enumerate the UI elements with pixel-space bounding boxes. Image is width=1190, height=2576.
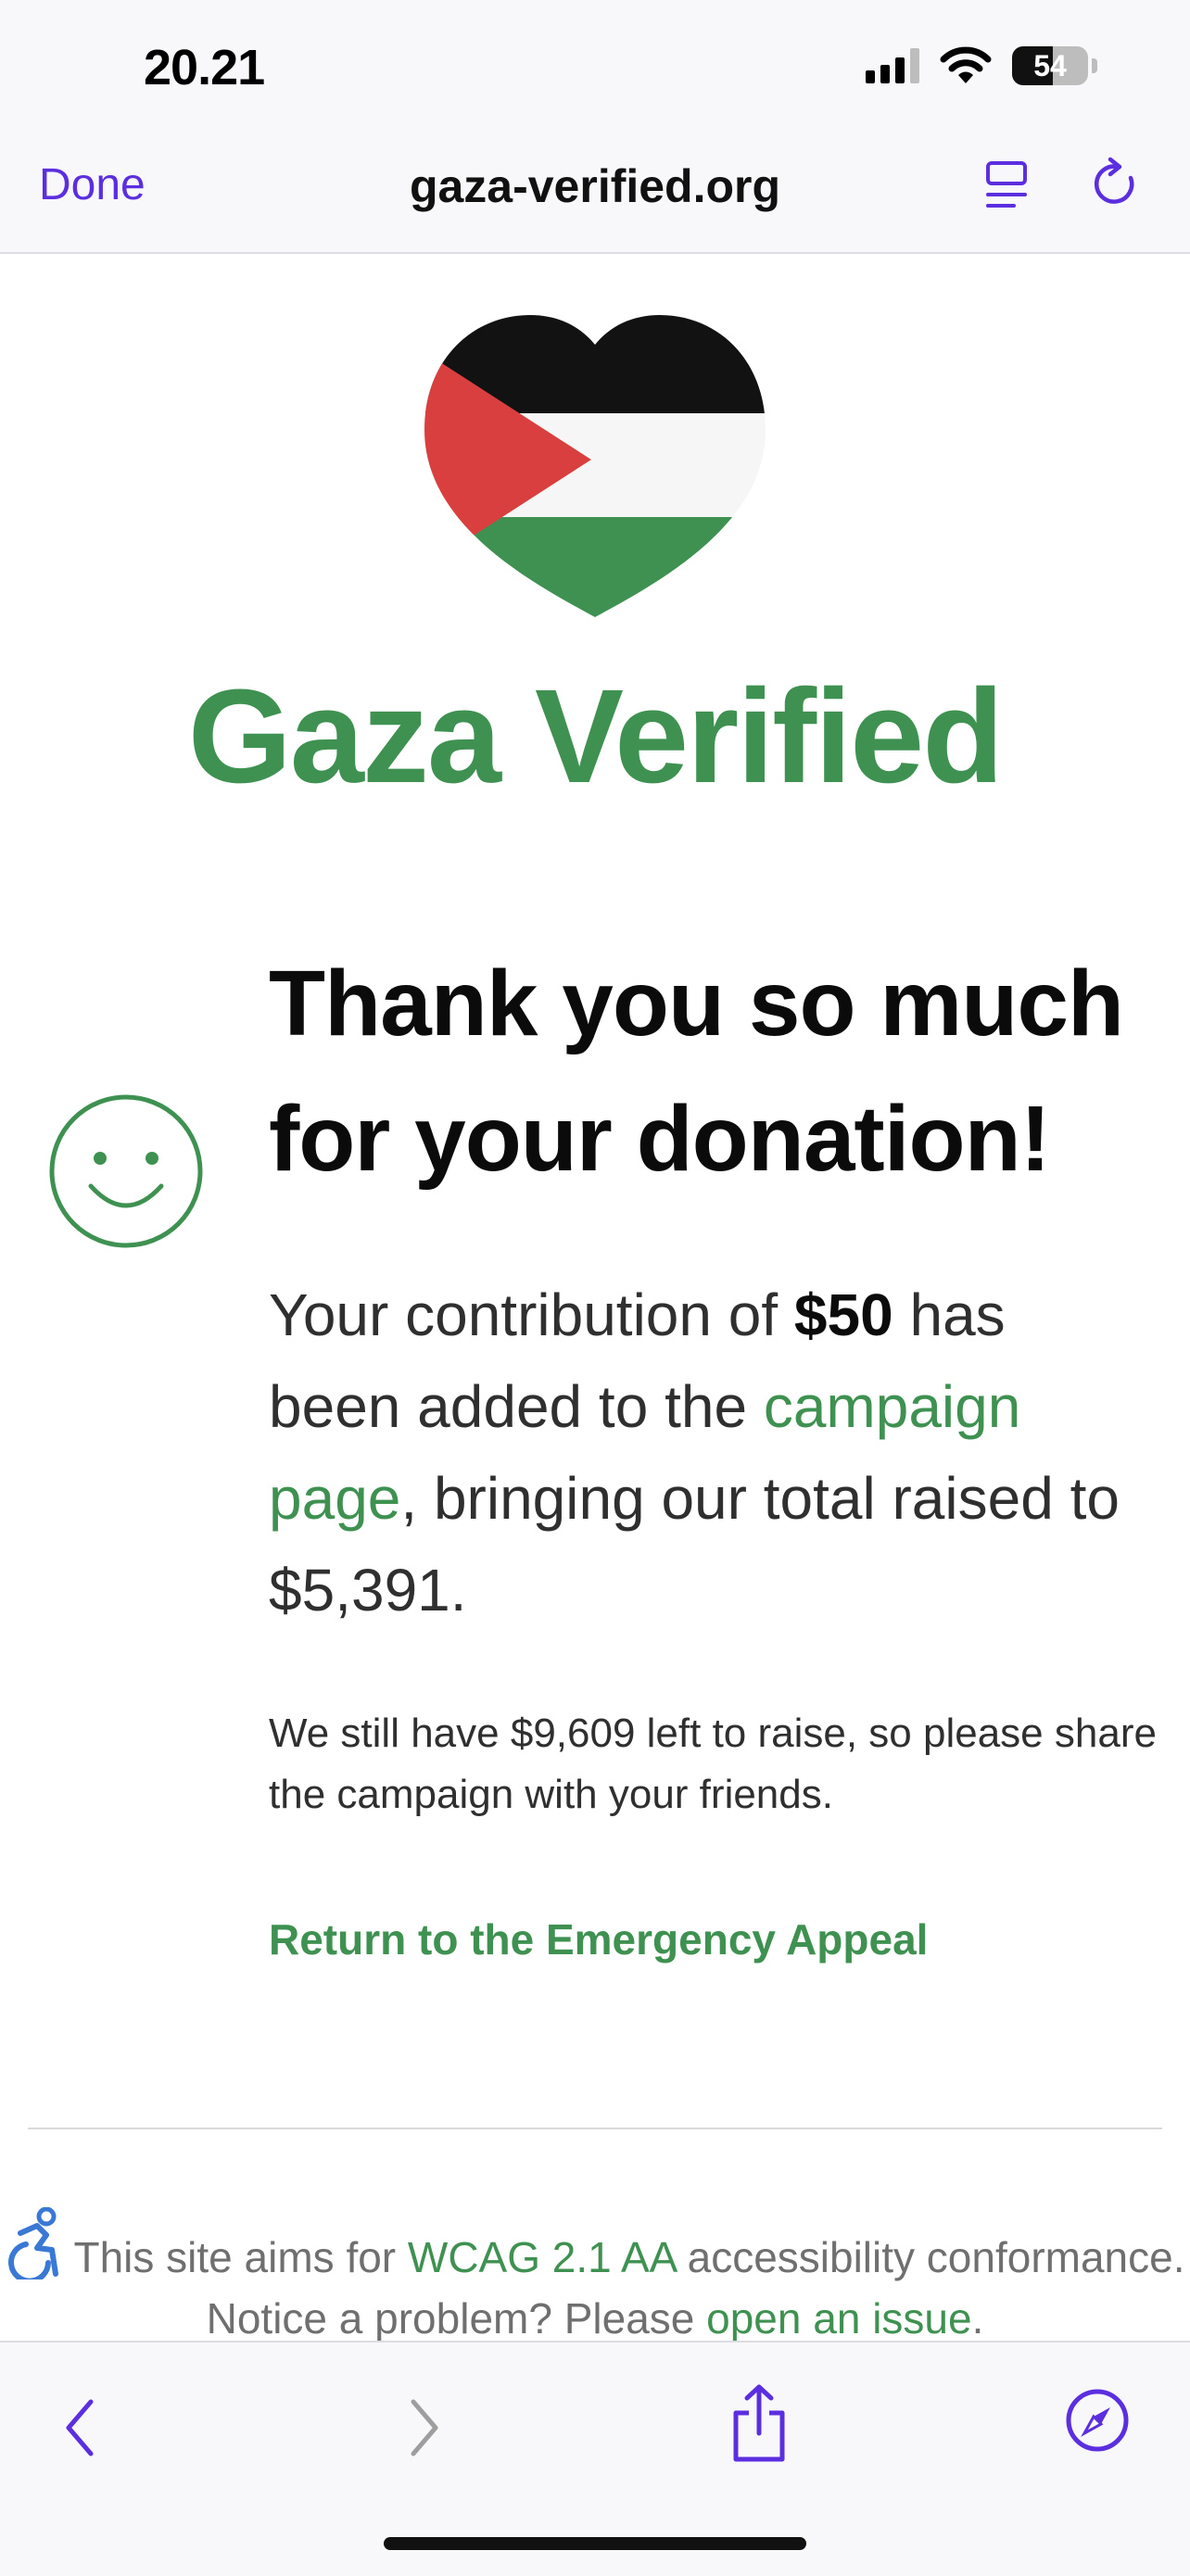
status-icons: 54 <box>866 46 1097 85</box>
return-to-appeal-link[interactable]: Return to the Emergency Appeal <box>269 1914 928 1964</box>
battery-icon: 54 <box>1012 46 1088 85</box>
status-bar: 20.21 54 <box>0 0 1190 139</box>
brand-title: Gaza Verified <box>187 662 1004 811</box>
forward-icon[interactable] <box>400 2391 447 2465</box>
donation-amount: $50 <box>793 1282 893 1348</box>
contribution-text-before: Your contribution of <box>269 1282 794 1348</box>
share-icon[interactable] <box>727 2381 791 2465</box>
divider <box>28 2128 1162 2129</box>
contribution-text: Your contribution of $50 has been added … <box>269 1269 1149 1636</box>
battery-level: 54 <box>1033 48 1067 82</box>
status-time: 20.21 <box>144 40 265 95</box>
back-icon[interactable] <box>57 2391 104 2465</box>
open-issue-link[interactable]: open an issue <box>706 2294 971 2342</box>
wcag-link[interactable]: WCAG 2.1 AA <box>408 2233 676 2281</box>
thank-you-heading: Thank you so much for your donation! <box>269 952 1124 1191</box>
reload-icon[interactable] <box>1090 156 1142 213</box>
footer-text-after: . <box>971 2294 984 2342</box>
home-indicator <box>384 2537 806 2550</box>
browser-nav-bar: Done gaza-verified.org <box>0 139 1190 254</box>
accessibility-icon <box>7 2207 58 2279</box>
smiley-icon <box>49 1094 203 1248</box>
remaining-text: We still have $9,609 left to raise, so p… <box>269 1711 1157 1817</box>
compass-icon[interactable] <box>1064 2387 1131 2454</box>
reader-icon[interactable] <box>982 158 1031 215</box>
footer-text-before: This site aims for <box>73 2233 408 2281</box>
heart-flag-logo <box>424 315 766 617</box>
wifi-icon <box>940 46 992 83</box>
signal-icon <box>866 48 919 83</box>
accessibility-footer: This site aims for WCAG 2.1 AA accessibi… <box>0 2207 1190 2349</box>
